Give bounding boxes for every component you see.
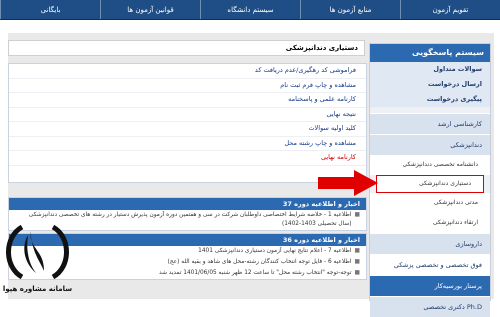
link-view-registration-form[interactable]: مشاهده و چاپ فرم ثبت نام bbox=[9, 79, 366, 93]
bullet-icon: ■ bbox=[354, 259, 360, 265]
sidebar-category-pharmacy[interactable]: داروسازی bbox=[370, 233, 490, 254]
sidebar-link-track-request[interactable]: پیگیری درخواست bbox=[370, 92, 490, 107]
residency-links-box: فراموشی کد رهگیری/عدم دریافت کد مشاهده و… bbox=[8, 63, 367, 183]
page-title: دستیاری دندانپزشکی bbox=[285, 44, 358, 52]
link-view-field-choices[interactable]: مشاهده و چاپ رشته محل bbox=[9, 137, 366, 151]
sidebar-category-specialty[interactable]: فوق تخصصی و تخصصی پزشکی bbox=[370, 254, 490, 275]
link-final-score-card[interactable]: کارنامه نهایی bbox=[9, 151, 366, 166]
sidebar: سیستم پاسخگویی سوالات متداول ارسال درخوا… bbox=[369, 43, 491, 317]
sidebar-category-masters[interactable]: کارشناسی ارشد bbox=[370, 113, 490, 134]
sidebar-sub-dental-residency[interactable]: دستیاری دندانپزشکی bbox=[376, 175, 484, 193]
highlight-arrow-icon bbox=[318, 170, 378, 196]
sidebar-category-phd[interactable]: دکتری تخصصی Ph.D bbox=[370, 296, 490, 317]
bullet-icon: ■ bbox=[354, 270, 360, 276]
link-final-result[interactable]: نتیجه نهایی bbox=[9, 108, 366, 122]
nav-item-archive[interactable]: بایگانی bbox=[0, 0, 100, 19]
top-navigation: تقویم آزمون منابع آزمون ها سیستم دانشگاه… bbox=[0, 0, 500, 20]
sidebar-sub-dental-modati[interactable]: مدتی دندانپزشکی bbox=[370, 193, 490, 213]
sidebar-category-dentistry[interactable]: دندانپزشکی bbox=[370, 134, 490, 155]
sidebar-sub-dental-promotion[interactable]: ارتقاء دندانپزشکی bbox=[370, 213, 490, 233]
nav-item-exam-calendar[interactable]: تقویم آزمون bbox=[400, 0, 500, 19]
link-score-card[interactable]: کارنامه علمی و پاسخنامه bbox=[9, 93, 366, 108]
link-answer-key[interactable]: کلید اولیه سوالات bbox=[9, 122, 366, 137]
link-forgot-tracking-code[interactable]: فراموشی کد رهگیری/عدم دریافت کد bbox=[9, 64, 366, 79]
nav-item-exam-rules[interactable]: قوانین آزمون ها bbox=[100, 0, 200, 19]
logo-text: سامانه مشاوره هپوا bbox=[2, 285, 73, 293]
support-links: سوالات متداول ارسال درخواست پیگیری درخوا… bbox=[370, 62, 490, 107]
bullet-icon: ■ bbox=[354, 212, 360, 218]
sidebar-header: سیستم پاسخگویی bbox=[370, 44, 490, 62]
nav-item-exam-sources[interactable]: منابع آزمون ها bbox=[300, 0, 400, 19]
sidebar-link-send-request[interactable]: ارسال درخواست bbox=[370, 77, 490, 92]
page-title-bar: دستیاری دندانپزشکی bbox=[8, 40, 365, 56]
logo: سامانه مشاوره هپوا bbox=[0, 205, 75, 299]
nav-item-university-system[interactable]: سیستم دانشگاه bbox=[200, 0, 300, 19]
bullet-icon: ■ bbox=[354, 248, 360, 254]
sidebar-category-nurse[interactable]: پرستار بورسیه‌کار bbox=[370, 275, 490, 296]
sidebar-link-faq[interactable]: سوالات متداول bbox=[370, 62, 490, 77]
sidebar-sub-dental-encyclopedia[interactable]: دانشنامه تخصصی دندانپزشکی bbox=[370, 155, 490, 175]
